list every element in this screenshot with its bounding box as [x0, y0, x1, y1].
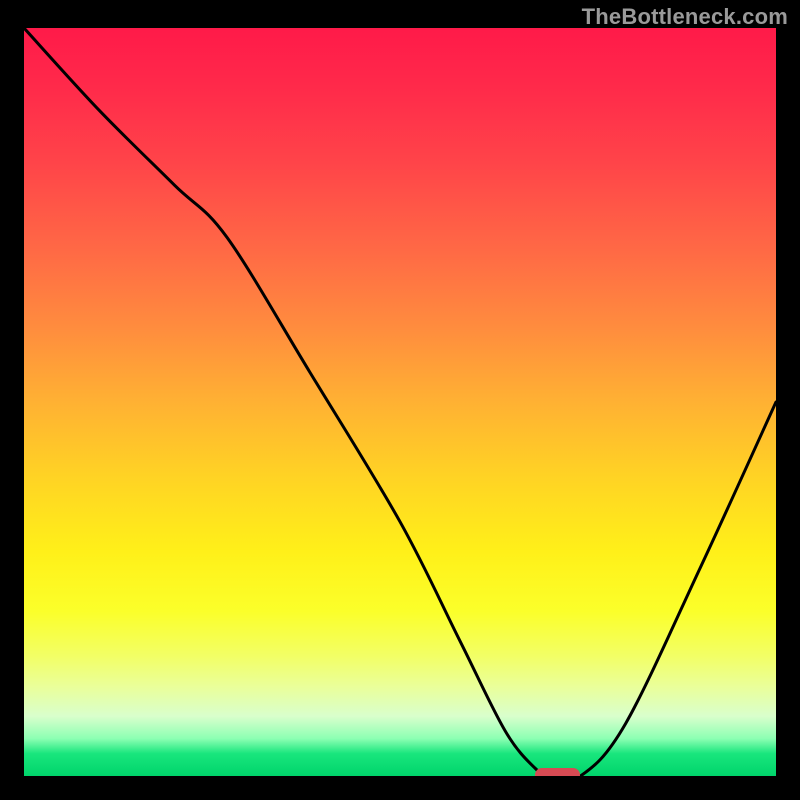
plot-area: [24, 28, 776, 776]
bottleneck-curve: [24, 28, 776, 776]
chart-frame: TheBottleneck.com: [0, 0, 800, 800]
attribution-label: TheBottleneck.com: [582, 4, 788, 30]
optimal-marker: [535, 768, 580, 776]
